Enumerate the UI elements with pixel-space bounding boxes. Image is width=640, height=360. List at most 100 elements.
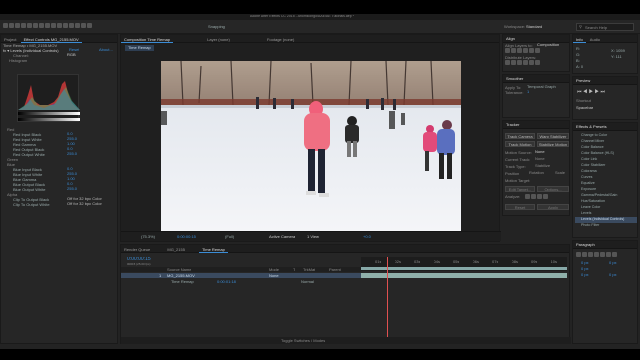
distribute-icon[interactable] — [505, 60, 510, 65]
apply-to-select[interactable]: Temporal Graph — [527, 85, 556, 89]
camera-tool-icon[interactable] — [33, 23, 38, 28]
align-left-text-icon[interactable] — [576, 252, 581, 257]
playhead[interactable] — [387, 257, 388, 341]
tab-composition[interactable]: Composition Time Remap — [121, 35, 174, 43]
justify-icon[interactable] — [600, 252, 605, 257]
last-frame-icon[interactable]: ⏭ — [600, 89, 605, 95]
work-area-bar[interactable] — [361, 267, 567, 270]
property-value[interactable]: 255.0 — [67, 137, 77, 141]
histogram-graph[interactable] — [17, 74, 80, 122]
viewer-views-select[interactable]: 1 View — [307, 235, 319, 239]
tab-project[interactable]: Project — [1, 35, 19, 43]
snapping-toggle[interactable]: Snapping — [208, 25, 225, 29]
property-value[interactable]: Off for 32 bpc Color — [67, 202, 102, 206]
position-checkbox[interactable]: Position — [505, 171, 519, 176]
analyze-back-icon[interactable] — [525, 194, 530, 199]
clone-tool-icon[interactable] — [69, 23, 74, 28]
property-value[interactable]: 0.0 — [67, 147, 73, 151]
analyze-forward-frame-icon[interactable] — [537, 194, 542, 199]
viewer-timecode[interactable]: 0:00:00:15 — [177, 235, 196, 239]
layer-parent-select[interactable]: None — [269, 274, 279, 278]
property-value[interactable]: 255.0 — [67, 187, 77, 191]
property-row[interactable]: Blue Output White 255.0 — [1, 187, 119, 192]
current-track-select[interactable]: None — [535, 157, 545, 161]
align-right-text-icon[interactable] — [588, 252, 593, 257]
tracker-apply-button[interactable]: Apply — [537, 204, 569, 210]
effect-about-link[interactable]: About... — [99, 48, 113, 52]
justify-icon[interactable] — [606, 252, 611, 257]
align-middle-icon[interactable] — [529, 48, 534, 53]
pen-tool-icon[interactable] — [51, 23, 56, 28]
col-source-name[interactable]: Source Name — [167, 268, 191, 272]
prev-frame-icon[interactable]: ◀ — [583, 89, 587, 95]
timeline-timecode[interactable]: 0:00:00:15 — [127, 257, 151, 262]
layer-bar[interactable] — [361, 273, 567, 278]
col-mode[interactable]: Mode — [269, 268, 279, 272]
property-row[interactable]: Red Output White 255.0 — [1, 152, 119, 157]
analyze-forward-icon[interactable] — [543, 194, 548, 199]
tolerance-value[interactable]: 1 — [527, 90, 529, 94]
col-t[interactable]: T — [293, 268, 295, 272]
col-trkmat[interactable]: TrkMat — [303, 268, 315, 272]
layer-row-time-remap[interactable]: Time Remap 0:00:01:18 Normal — [121, 279, 361, 284]
tab-mg-2155[interactable]: MG_2155 — [164, 245, 188, 253]
distribute-icon[interactable] — [511, 60, 516, 65]
property-value[interactable]: 1.00 — [67, 177, 75, 181]
justify-icon[interactable] — [612, 252, 617, 257]
property-value[interactable]: 1.00 — [67, 142, 75, 146]
tab-time-remap[interactable]: Time Remap — [199, 245, 228, 253]
tracker-reset-button[interactable]: Reset — [505, 204, 535, 210]
space-before-field[interactable]: 0 px — [581, 273, 589, 277]
align-center-icon[interactable] — [511, 48, 516, 53]
layer-name[interactable]: MG_2155.MOV — [167, 274, 195, 278]
roto-tool-icon[interactable] — [81, 23, 86, 28]
effect-reset-link[interactable]: Reset — [69, 48, 79, 52]
distribute-icon[interactable] — [517, 60, 522, 65]
home-icon[interactable] — [3, 23, 8, 28]
align-left-icon[interactable] — [505, 48, 510, 53]
search-help-field[interactable]: ⚲ Search Help — [576, 23, 634, 31]
property-value[interactable]: 0.0 — [67, 167, 73, 171]
layer-row-1[interactable]: 1 MG_2155.MOV None — [121, 273, 361, 278]
next-frame-icon[interactable]: ▶ — [595, 89, 599, 95]
property-value[interactable]: 0.0 — [67, 182, 73, 186]
viewer-resolution[interactable]: (Full) — [225, 235, 234, 239]
align-right-icon[interactable] — [517, 48, 522, 53]
analyze-back-frame-icon[interactable] — [531, 194, 536, 199]
tool-icons[interactable] — [3, 23, 113, 30]
zoom-tool-icon[interactable] — [21, 23, 26, 28]
shortcut-select[interactable]: Spacebar — [576, 106, 593, 110]
tab-effect-controls[interactable]: Effect Controls MG_2155.MOV — [20, 35, 82, 43]
tab-info[interactable]: Info — [573, 35, 586, 43]
scale-checkbox[interactable]: Scale — [555, 171, 565, 175]
puppet-tool-icon[interactable] — [87, 23, 92, 28]
time-remap-mode[interactable]: Normal — [301, 280, 314, 284]
type-tool-icon[interactable] — [57, 23, 62, 28]
track-camera-button[interactable]: Track Camera — [505, 133, 535, 139]
tab-audio[interactable]: Audio — [587, 35, 603, 43]
align-bottom-icon[interactable] — [535, 48, 540, 53]
eraser-tool-icon[interactable] — [75, 23, 80, 28]
track-type-select[interactable]: Stabilize — [535, 164, 550, 168]
distribute-icon[interactable] — [535, 60, 540, 65]
space-after-field[interactable]: 0 px — [609, 273, 617, 277]
hand-tool-icon[interactable] — [15, 23, 20, 28]
justify-icon[interactable] — [594, 252, 599, 257]
viewer-zoom[interactable]: (75.3%) — [141, 235, 155, 239]
viewer-camera-select[interactable]: Active Camera — [269, 235, 295, 239]
video-frame[interactable] — [161, 61, 461, 231]
distribute-icon[interactable] — [529, 60, 534, 65]
indent-first-field[interactable]: 0 px — [581, 267, 589, 271]
time-remap-value[interactable]: 0:00:01:18 — [217, 280, 236, 284]
mask-tool-icon[interactable] — [45, 23, 50, 28]
effects-list-item[interactable]: Photo Filter — [575, 223, 637, 229]
rotation-checkbox[interactable]: Rotation — [529, 171, 544, 175]
align-top-icon[interactable] — [523, 48, 528, 53]
first-frame-icon[interactable]: ⏮ — [577, 89, 582, 95]
viewer-exposure[interactable]: +0.0 — [363, 235, 371, 239]
rotate-tool-icon[interactable] — [27, 23, 32, 28]
col-parent[interactable]: Parent — [329, 268, 341, 272]
property-value[interactable]: Off for 32 bpc Color — [67, 197, 102, 201]
toggle-switches-modes[interactable]: Toggle Switches / Modes — [281, 339, 325, 343]
brush-tool-icon[interactable] — [63, 23, 68, 28]
